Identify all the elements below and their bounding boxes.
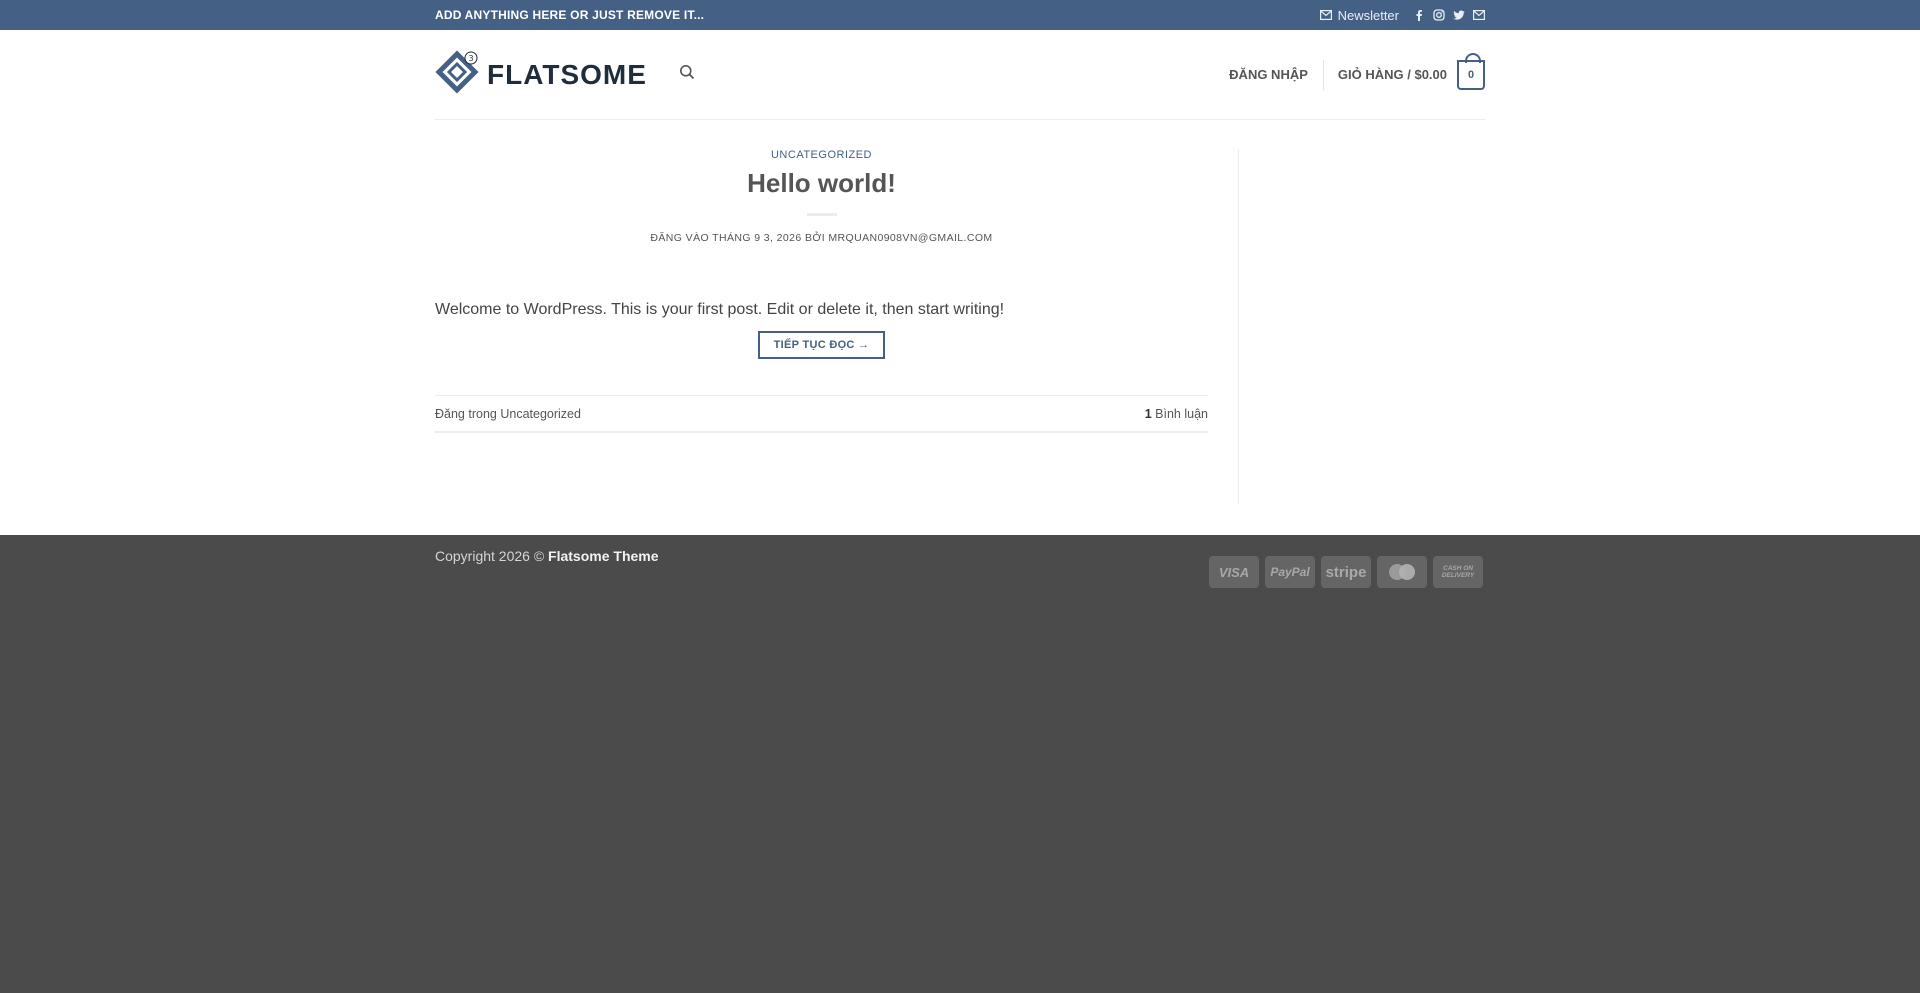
logo-mark-icon: 3 [435, 50, 479, 99]
email-icon[interactable] [1473, 9, 1485, 21]
cash-on-delivery-icon: CASH ON DELIVERY [1433, 556, 1483, 588]
paypal-icon: PayPal [1265, 556, 1315, 588]
payment-icons: VISA PayPal stripe CASH ON DELIVERY [1209, 556, 1483, 588]
copyright-text: Copyright 2026 © [435, 548, 545, 564]
search-icon [679, 64, 695, 85]
comments-link[interactable]: 1 Bình luận [1145, 407, 1208, 421]
sidebar [1238, 149, 1485, 504]
search-button[interactable] [679, 64, 695, 85]
twitter-icon[interactable] [1453, 9, 1465, 21]
main-content: UNCATEGORIZED Hello world! ĐĂNG VÀO THÁN… [0, 120, 1920, 535]
copyright-brand: Flatsome Theme [548, 548, 659, 564]
post-title[interactable]: Hello world! [435, 168, 1208, 199]
visa-icon: VISA [1209, 556, 1259, 588]
login-link[interactable]: ĐĂNG NHẬP [1229, 59, 1324, 90]
instagram-icon[interactable] [1433, 9, 1445, 21]
social-icons [1413, 9, 1485, 21]
posted-in-label: Đăng trong [435, 406, 497, 421]
posted-in-category-link[interactable]: Uncategorized [500, 407, 581, 421]
facebook-icon[interactable] [1413, 9, 1425, 21]
site-logo[interactable]: 3 FLATSOME [435, 50, 647, 99]
posted-in: Đăng trong Uncategorized [435, 407, 581, 421]
envelope-icon [1319, 10, 1332, 20]
newsletter-label: Newsletter [1337, 7, 1399, 23]
site-footer: Copyright 2026 © Flatsome Theme VISA Pay… [0, 535, 1920, 993]
site-header: 3 FLATSOME ĐĂNG NHẬP GIỎ HÀNG / $0.00 0 [0, 30, 1920, 120]
read-more-button[interactable]: TIẾP TỤC ĐỌC → [757, 331, 886, 359]
newsletter-link[interactable]: Newsletter [1319, 7, 1399, 23]
post-category-link[interactable]: UNCATEGORIZED [435, 149, 1208, 161]
post-article: UNCATEGORIZED Hello world! ĐĂNG VÀO THÁN… [435, 149, 1208, 504]
comment-count: 1 [1144, 406, 1152, 421]
mastercard-icon [1377, 556, 1427, 588]
post-meta: ĐĂNG VÀO THÁNG 9 3, 2026 BỞI MRQUAN0908V… [650, 232, 993, 244]
cart-count-badge: 0 [1457, 52, 1485, 90]
logo-text: FLATSOME [487, 58, 647, 90]
top-bar: ADD ANYTHING HERE OR JUST REMOVE IT... N… [0, 0, 1920, 30]
cart-label: GIỎ HÀNG / $0.00 [1337, 67, 1447, 82]
comment-label: Bình luận [1155, 406, 1208, 421]
post-excerpt: Welcome to WordPress. This is your first… [435, 301, 1005, 318]
cart-link[interactable]: GIỎ HÀNG / $0.00 0 [1324, 52, 1485, 90]
topbar-text: ADD ANYTHING HERE OR JUST REMOVE IT... [435, 8, 705, 22]
copyright: Copyright 2026 © Flatsome Theme [435, 548, 659, 588]
stripe-icon: stripe [1321, 556, 1371, 588]
title-divider [806, 213, 837, 216]
post-footer: Đăng trong Uncategorized 1 Bình luận [435, 395, 1208, 433]
svg-text:3: 3 [468, 54, 473, 63]
